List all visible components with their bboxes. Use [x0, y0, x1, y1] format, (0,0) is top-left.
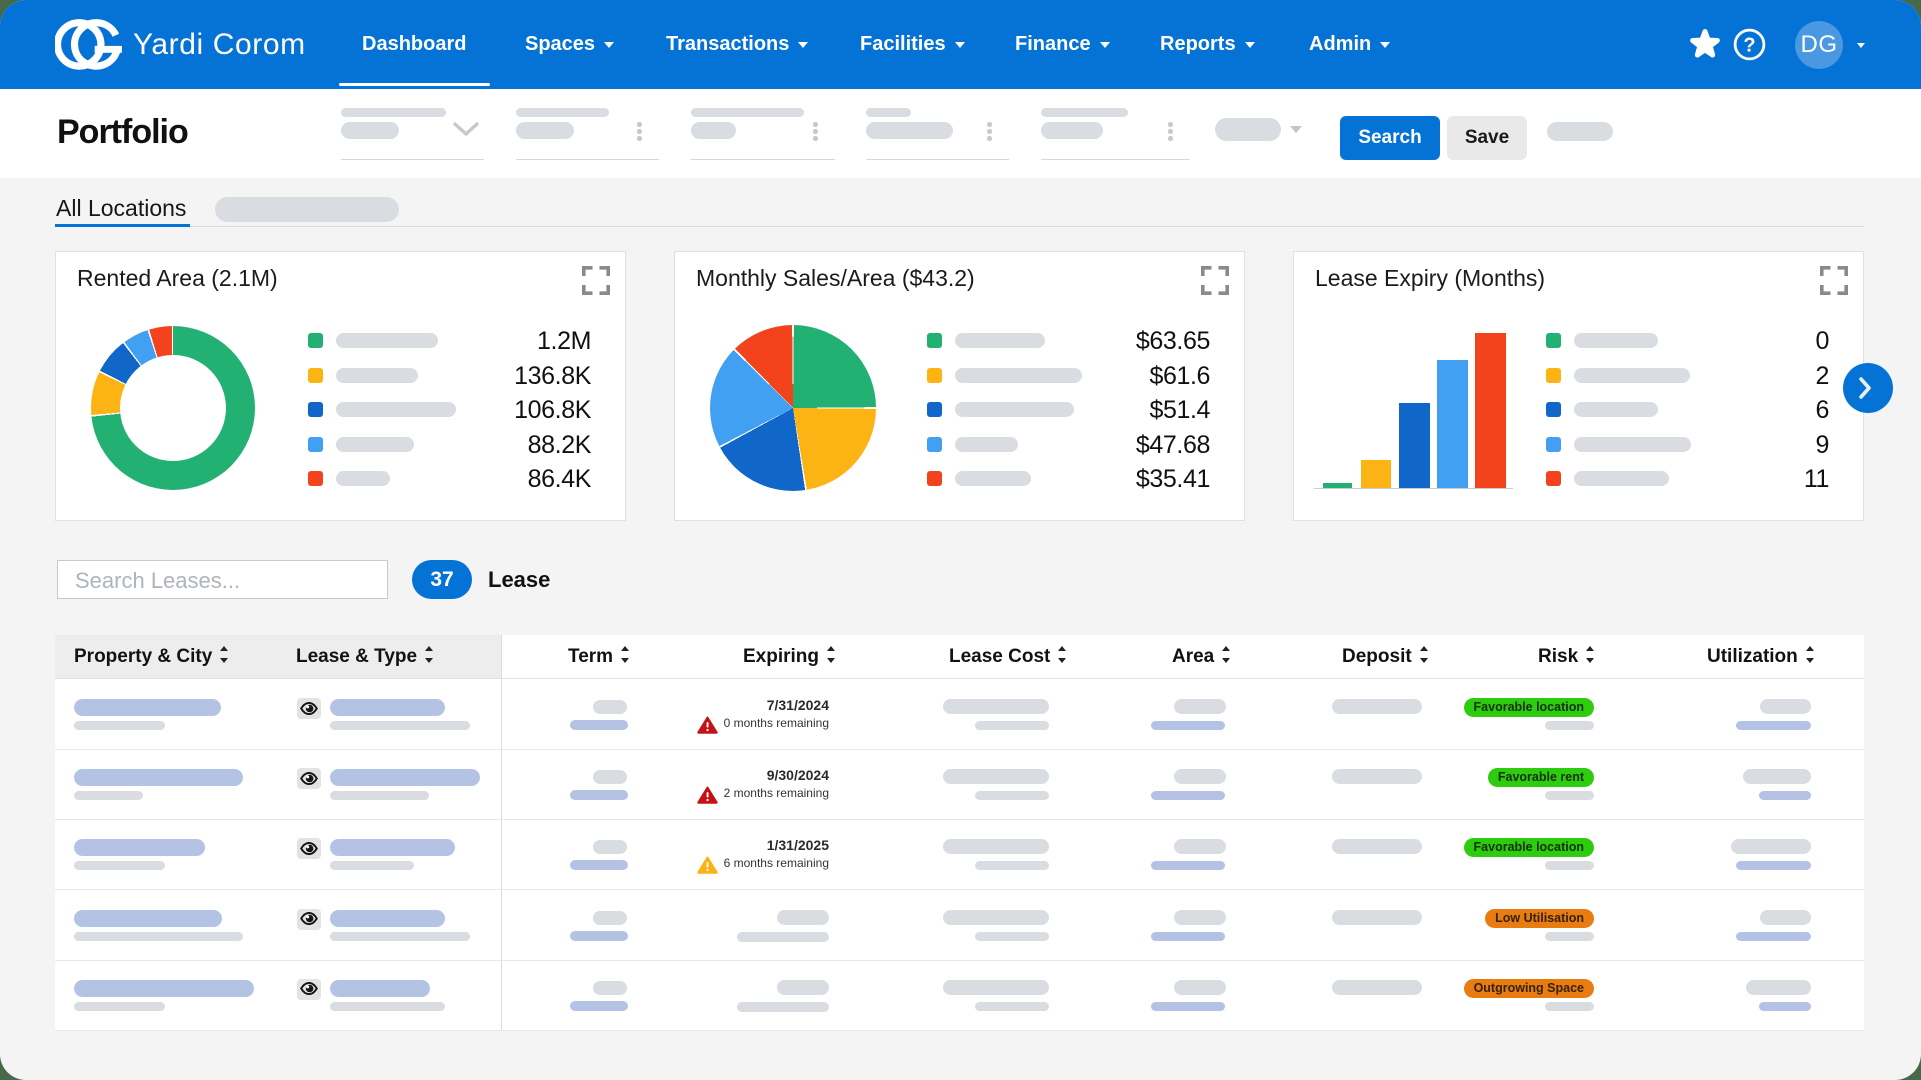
svg-text:?: ?: [1743, 35, 1755, 57]
